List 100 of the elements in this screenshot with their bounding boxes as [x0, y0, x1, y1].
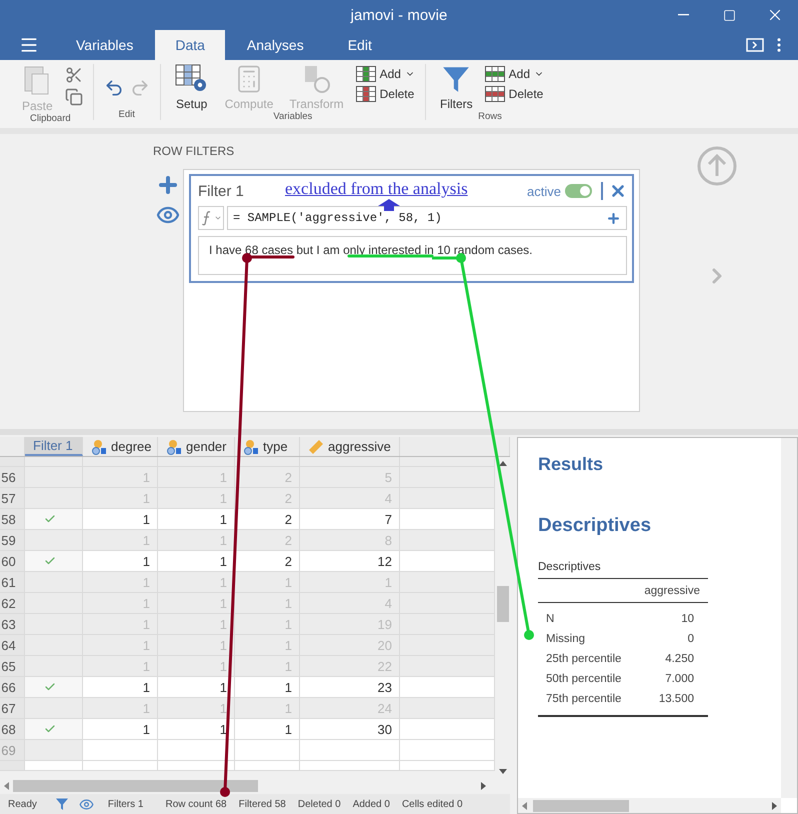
- row-number: 67: [0, 698, 25, 719]
- ribbon-button[interactable]: Delete: [356, 86, 415, 102]
- row-number: 62: [0, 593, 25, 614]
- add-icon[interactable]: [606, 210, 621, 226]
- column-header[interactable]: Filter 1: [25, 437, 83, 456]
- setup-icon: [174, 64, 209, 94]
- scroll-right-icon[interactable]: [772, 802, 777, 810]
- scroll-thumb[interactable]: [13, 780, 258, 792]
- ribbon-button[interactable]: Filters: [436, 64, 477, 111]
- table-cell: 13.500: [658, 693, 694, 705]
- scroll-down-icon[interactable]: [498, 769, 506, 774]
- column-header[interactable]: gender: [158, 437, 235, 456]
- scroll-left-icon[interactable]: [4, 782, 9, 790]
- grid-cell: [25, 761, 83, 771]
- row-number: 56: [0, 467, 25, 488]
- table-cell: 4.250: [665, 653, 694, 665]
- description-field[interactable]: I have 68 cases but I am only interested in 10 random cases.: [198, 236, 627, 275]
- tool-button[interactable]: [64, 88, 83, 106]
- ribbon-button[interactable]: Setup: [170, 64, 213, 111]
- row-label: 75th percentile: [546, 693, 622, 705]
- check-icon: [44, 723, 56, 735]
- ribbon-button[interactable]: Add: [484, 66, 544, 82]
- scroll-right-icon[interactable]: [481, 782, 486, 790]
- filter-icon: [54, 797, 69, 811]
- close-icon[interactable]: [609, 182, 627, 200]
- table-cell: 1: [83, 551, 158, 572]
- menu-tab[interactable]: Analyses: [224, 30, 326, 60]
- column-header[interactable]: aggressive: [300, 437, 400, 456]
- grid-cell: [25, 457, 83, 467]
- menu-tab[interactable]: Edit: [326, 30, 394, 60]
- ruler-icon: [308, 438, 324, 454]
- column-header[interactable]: degree: [83, 437, 158, 456]
- tool-button[interactable]: [64, 66, 83, 84]
- copy-icon: [64, 88, 83, 106]
- scroll-left-icon[interactable]: [522, 802, 527, 810]
- scroll-thumb[interactable]: [496, 586, 508, 622]
- column-header: aggressive: [644, 584, 700, 596]
- ribbon-button[interactable]: Delete: [484, 86, 544, 102]
- active-label: active: [527, 184, 561, 198]
- filter-icon: [441, 64, 472, 94]
- active-toggle[interactable]: [565, 184, 592, 198]
- add-column-icon: [356, 66, 376, 82]
- row-label: N: [546, 613, 554, 625]
- paste-icon: [23, 64, 52, 96]
- table-cell: 1: [158, 677, 235, 698]
- row-number: 64: [0, 635, 25, 656]
- row-number: 63: [0, 614, 25, 635]
- check-icon: [44, 681, 56, 693]
- table-cell: 0: [688, 633, 694, 645]
- status-text: Deleted 0: [298, 798, 341, 810]
- function-button[interactable]: [198, 206, 224, 230]
- table-cell: 1: [158, 551, 235, 572]
- table-cell: 23: [300, 677, 400, 698]
- nominal-icon: [166, 438, 182, 454]
- section-label: ROW FILTERS: [153, 144, 236, 160]
- scroll-thumb[interactable]: [533, 800, 629, 812]
- status-text: Ready: [8, 798, 37, 810]
- scroll-up-icon[interactable]: [498, 461, 506, 466]
- group-label: Edit: [118, 109, 135, 120]
- table-cell: 1: [83, 509, 158, 530]
- nominal-icon: [243, 438, 259, 454]
- row-number: 69: [0, 740, 25, 761]
- grid-cell: [0, 457, 25, 467]
- table-cell: 30: [300, 719, 400, 740]
- delete-row-icon: [484, 86, 505, 102]
- tool-button[interactable]: [104, 78, 124, 98]
- column-header[interactable]: type: [235, 437, 300, 456]
- formula-field[interactable]: = SAMPLE('aggressive', 58, 1): [227, 206, 627, 230]
- row-number: 66: [0, 677, 25, 698]
- results-title: Results: [538, 454, 604, 475]
- row-number: 65: [0, 656, 25, 677]
- row-label: 25th percentile: [546, 653, 622, 665]
- caret-icon: [214, 214, 222, 222]
- ribbon-button[interactable]: Add: [356, 66, 415, 82]
- row-number: 58: [0, 509, 25, 530]
- menu-tab[interactable]: Data: [155, 30, 225, 60]
- table-cell: 1: [158, 509, 235, 530]
- cut-icon: [64, 66, 83, 84]
- menu-tab[interactable]: Variables: [54, 30, 156, 60]
- add-row-icon: [484, 66, 505, 82]
- table-cell: 7.000: [665, 673, 694, 685]
- table-cell: [235, 740, 300, 761]
- group-label: Variables: [273, 111, 312, 122]
- undo-icon: [104, 78, 124, 98]
- status-text: Added 0: [352, 798, 390, 810]
- minimize-icon: [678, 14, 688, 16]
- table-cell: 2: [235, 551, 300, 572]
- table-cell: 2: [235, 509, 300, 530]
- table-cell: 1: [158, 719, 235, 740]
- row-number: 60: [0, 551, 25, 572]
- row-label: 50th percentile: [546, 673, 622, 685]
- grid-cell: [235, 457, 300, 467]
- row-label: Missing: [546, 633, 585, 645]
- add-icon[interactable]: [156, 173, 180, 197]
- status-text: Filtered 58: [238, 798, 286, 810]
- status-text: Cells edited 0: [402, 798, 463, 810]
- function-icon: [200, 210, 212, 226]
- row-number: 61: [0, 572, 25, 593]
- scroll-track[interactable]: [781, 438, 797, 798]
- panel-toggle-icon[interactable]: [746, 38, 764, 52]
